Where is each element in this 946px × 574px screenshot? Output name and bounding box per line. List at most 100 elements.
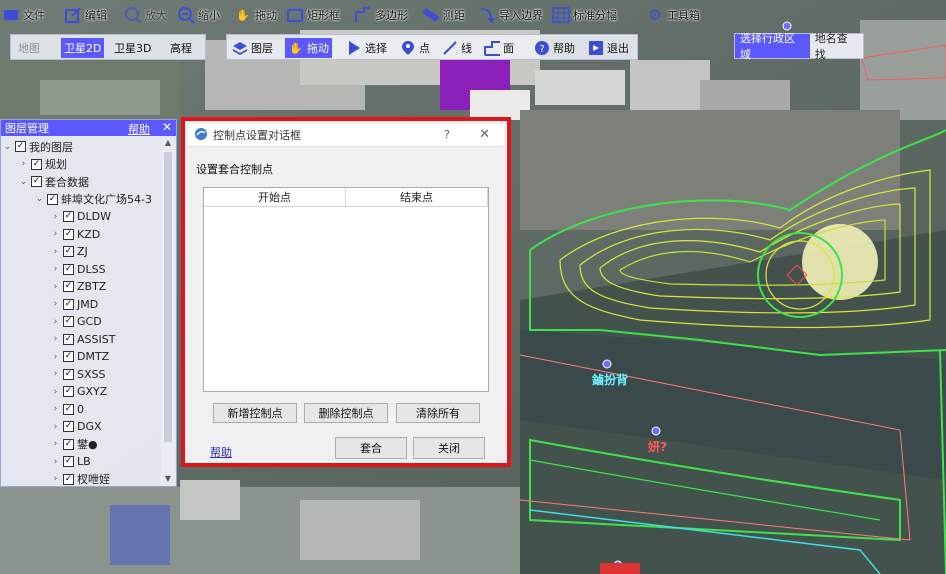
layer-tree-item[interactable]: ⌄ ✓ 我的图层 [3,138,73,155]
view-mode-map[interactable]: 地图 [15,38,43,58]
chevron-right-icon[interactable]: › [51,404,60,414]
layer-tree-item[interactable]: › ✓ GXYZ [51,383,108,400]
pan-tool-button[interactable]: ✋ 拖动 [285,38,332,58]
dialog-title-bar[interactable]: 控制点设置对话框 ? ✕ [188,124,504,147]
zoom-in-button[interactable]: 放大 [124,4,167,26]
chevron-right-icon[interactable]: › [51,474,60,484]
layer-tree-item[interactable]: › ✓ LB [51,453,91,470]
layer-tree-item[interactable]: › ✓ KZD [51,226,101,243]
layer-checkbox[interactable]: ✓ [63,211,74,222]
layer-checkbox[interactable]: ✓ [63,351,74,362]
layer-checkbox[interactable]: ✓ [63,333,74,345]
layer-tree-item[interactable]: › ✓ ZJ [51,243,88,260]
layer-tree-item[interactable]: › ✓ DLDW [51,208,111,225]
chevron-right-icon[interactable]: › [51,334,60,344]
layers-button[interactable]: 图层 [229,38,276,58]
add-control-point-button[interactable]: 新增控制点 [213,403,297,423]
chevron-right-icon[interactable]: › [51,439,60,449]
layer-checkbox[interactable]: ✓ [63,228,74,240]
layer-tree-item[interactable]: › ✓ JMD [51,296,99,313]
chevron-right-icon[interactable]: › [51,212,60,222]
select-tool-button[interactable]: 选择 [343,38,390,58]
clear-all-button[interactable]: 清除所有 [396,403,480,423]
column-header-start[interactable]: 开始点 [204,188,346,206]
control-points-list[interactable]: 开始点 结束点 [203,187,489,392]
rectangle-button[interactable]: 矩形框 [286,4,340,26]
layer-tree-item[interactable]: › ✓ 鐢● [51,436,98,453]
dialog-help-icon[interactable]: ? [444,128,450,141]
chevron-right-icon[interactable]: › [51,264,60,274]
layer-checkbox[interactable]: ✓ [63,386,74,397]
chevron-right-icon[interactable]: › [51,369,60,379]
chevron-down-icon[interactable]: ⌄ [35,194,44,204]
layer-checkbox[interactable]: ✓ [31,176,42,187]
scroll-down-icon[interactable]: ▼ [161,474,175,486]
layer-tree-item[interactable]: › ✓ DLSS [51,261,106,278]
area-tool-button[interactable]: 面 [481,38,517,58]
layer-tree-item[interactable]: ⌄ ✓ 套合数据 [19,173,89,190]
delete-control-point-button[interactable]: 删除控制点 [304,403,388,423]
scroll-thumb[interactable] [164,152,172,442]
layer-tree-item[interactable]: › ✓ 杈呭姪 [51,471,110,486]
apply-overlay-button[interactable]: 套合 [335,437,407,459]
view-mode-satellite-2d[interactable]: 卫星2D [61,38,105,58]
tab-select-region[interactable]: 选择行政区域 [735,32,810,61]
column-header-end[interactable]: 结束点 [346,188,488,206]
tab-place-search[interactable]: 地名查找 [810,32,863,61]
layer-checkbox[interactable]: ✓ [63,281,74,292]
close-button[interactable]: 关闭 [413,437,485,459]
layer-tree-item[interactable]: › ✓ ASSIST [51,331,116,348]
chevron-down-icon[interactable]: ⌄ [3,142,12,152]
layer-tree-item[interactable]: › ✓ 0 [51,401,84,418]
dialog-help-link[interactable]: 帮助 [210,444,232,460]
layer-checkbox[interactable]: ✓ [63,298,74,310]
layer-checkbox[interactable]: ✓ [63,421,74,432]
chevron-right-icon[interactable]: › [19,159,28,169]
layer-checkbox[interactable]: ✓ [63,368,74,380]
layer-checkbox[interactable]: ✓ [63,403,74,415]
chevron-right-icon[interactable]: › [51,387,60,397]
layer-checkbox[interactable]: ✓ [31,158,42,170]
chevron-right-icon[interactable]: › [51,457,60,467]
toolbox-button[interactable]: ⚙ 工具箱 [646,4,700,26]
chevron-right-icon[interactable]: › [51,422,60,432]
measure-button[interactable]: 测距 [422,4,465,26]
layer-tree-item[interactable]: ⌄ ✓ 蚌埠文化广场54-3 [35,191,152,208]
point-tool-button[interactable]: 点 [397,38,433,58]
pan-button[interactable]: ✋ 拖动 [234,4,277,26]
line-tool-button[interactable]: 线 [439,38,475,58]
layer-tree-item[interactable]: › ✓ DMTZ [51,348,110,365]
import-boundary-button[interactable]: 导入边界 [478,4,543,26]
layer-checkbox[interactable]: ✓ [47,193,58,205]
menu-edit[interactable]: 编辑 [64,4,107,26]
help-tool-button[interactable]: ? 帮助 [531,38,578,58]
chevron-right-icon[interactable]: › [51,282,60,292]
layer-checkbox[interactable]: ✓ [63,316,74,327]
menu-file[interactable]: 文件 [2,4,45,26]
dialog-close-icon[interactable]: ✕ [479,127,490,142]
layer-checkbox[interactable]: ✓ [63,473,74,485]
layer-checkbox[interactable]: ✓ [63,246,74,257]
layer-panel-scrollbar[interactable]: ▲ ▼ [161,138,175,486]
view-mode-satellite-3d[interactable]: 卫星3D [111,38,154,58]
chevron-right-icon[interactable]: › [51,299,60,309]
layer-checkbox[interactable]: ✓ [63,438,74,450]
layer-tree-item[interactable]: › ✓ GCD [51,313,102,330]
layer-checkbox[interactable]: ✓ [63,456,74,467]
chevron-right-icon[interactable]: › [51,352,60,362]
layer-tree-item[interactable]: › ✓ SXSS [51,366,106,383]
layer-checkbox[interactable]: ✓ [15,141,26,152]
close-icon[interactable]: ✕ [162,120,172,134]
layer-checkbox[interactable]: ✓ [63,263,74,275]
layer-tree-item[interactable]: › ✓ 规划 [19,156,67,173]
layer-panel-help-link[interactable]: 帮助 [128,121,150,137]
chevron-down-icon[interactable]: ⌄ [19,177,28,187]
standard-sheet-button[interactable]: 标准分幅 [552,4,617,26]
scroll-up-icon[interactable]: ▲ [161,138,175,150]
chevron-right-icon[interactable]: › [51,317,60,327]
chevron-right-icon[interactable]: › [51,247,60,257]
zoom-out-button[interactable]: 缩小 [177,4,220,26]
exit-tool-button[interactable]: 退出 [585,38,632,58]
view-mode-elevation[interactable]: 高程 [167,38,195,58]
layer-tree-item[interactable]: › ✓ ZBTZ [51,278,107,295]
